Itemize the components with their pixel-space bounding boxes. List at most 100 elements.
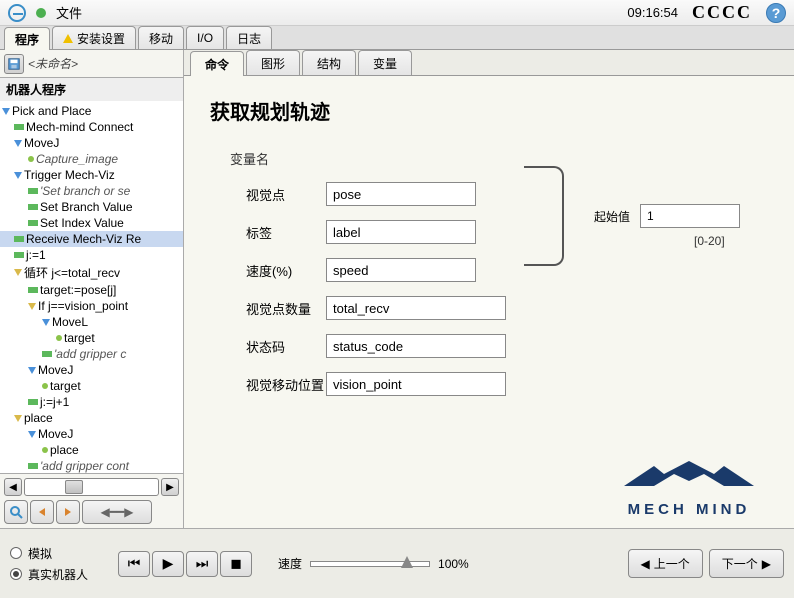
tri-icon (14, 140, 22, 147)
tree-node-label: If j==vision_point (38, 299, 128, 313)
tree-node-label: j:=1 (26, 248, 46, 262)
tree-node[interactable]: place (0, 410, 183, 426)
triy-icon (14, 269, 22, 276)
stop-button[interactable]: ◼ (220, 551, 252, 577)
input-speed[interactable] (326, 258, 476, 282)
input-count[interactable] (326, 296, 506, 320)
tree-node[interactable]: MoveJ (0, 362, 183, 378)
mech-mind-logo: MECH MIND (604, 456, 774, 518)
tab-program[interactable]: 程序 (4, 27, 50, 50)
dot-icon (42, 383, 48, 389)
next-button[interactable]: 下一个 ▶ (709, 549, 784, 578)
bar-icon (28, 188, 38, 194)
tree-node[interactable]: 'Set branch or se (0, 183, 183, 199)
input-start-value[interactable] (640, 204, 740, 228)
tri-icon (2, 108, 10, 115)
tab-move[interactable]: 移动 (138, 26, 184, 49)
dot-icon (56, 335, 62, 341)
input-tag[interactable] (326, 220, 476, 244)
tree-node-label: Set Index Value (40, 216, 124, 230)
tree-node-label: Set Branch Value (40, 200, 133, 214)
tree-node[interactable]: Set Index Value (0, 215, 183, 231)
tab-log[interactable]: 日志 (226, 26, 272, 49)
bar-icon (42, 351, 52, 357)
subtab-structure[interactable]: 结构 (302, 50, 356, 75)
status-text: CCCC (692, 2, 752, 23)
content-panel: 获取规划轨迹 变量名 视觉点 标签 速度(%) 视觉点数量 状态码 视觉移动位置… (184, 76, 794, 528)
bar-icon (14, 236, 24, 242)
left-panel: <未命名> 机器人程序 Pick and PlaceMech-mind Conn… (0, 50, 184, 528)
tree-node-label: place (50, 443, 79, 457)
program-tree[interactable]: Pick and PlaceMech-mind ConnectMoveJCapt… (0, 101, 183, 473)
tree-title: 机器人程序 (0, 78, 183, 101)
prev-button[interactable]: ◀ 上一个 (628, 549, 703, 578)
tree-node[interactable]: Receive Mech-Viz Re (0, 231, 183, 247)
radio-simulation[interactable]: 模拟 (10, 545, 88, 562)
footer: 模拟 真实机器人 ⏮ ▶ ⏭ ◼ 速度 100% ◀ 上一个 下一个 ▶ (0, 528, 794, 598)
search-button[interactable] (4, 500, 28, 524)
tree-node-label: Mech-mind Connect (26, 120, 133, 134)
tree-node-label: j:=j+1 (40, 395, 69, 409)
tree-node-label: target:=pose[j] (40, 283, 116, 297)
tri-icon (28, 367, 36, 374)
tree-node[interactable]: Trigger Mech-Viz (0, 167, 183, 183)
tree-node-label: MoveJ (24, 136, 59, 150)
tree-node[interactable]: If j==vision_point (0, 298, 183, 314)
subtab-variables[interactable]: 变量 (358, 50, 412, 75)
tree-node-label: MoveJ (38, 363, 73, 377)
dot-icon (28, 156, 34, 162)
bar-icon (28, 204, 38, 210)
scroll-right-button[interactable]: ▶ (161, 478, 179, 496)
subtab-command[interactable]: 命令 (190, 51, 244, 76)
subtab-graphics[interactable]: 图形 (246, 50, 300, 75)
tree-node[interactable]: target:=pose[j] (0, 282, 183, 298)
clock: 09:16:54 (627, 5, 678, 20)
radio-real-robot[interactable]: 真实机器人 (10, 566, 88, 583)
scroll-left-button[interactable]: ◀ (4, 478, 22, 496)
tree-node[interactable]: target (0, 330, 183, 346)
tree-node[interactable]: place (0, 442, 183, 458)
input-vision-point[interactable] (326, 182, 476, 206)
label-count: 视觉点数量 (246, 299, 326, 318)
step-slider[interactable]: ◀━━▶ (82, 500, 152, 524)
label-status: 状态码 (246, 337, 326, 356)
triy-icon (28, 303, 36, 310)
input-status[interactable] (326, 334, 506, 358)
help-icon[interactable]: ? (766, 3, 786, 23)
speed-value: 100% (438, 557, 469, 571)
ur-logo-icon (8, 4, 26, 22)
sub-tabs: 命令 图形 结构 变量 (184, 50, 794, 76)
tree-node[interactable]: 循环 j<=total_recv (0, 263, 183, 282)
tree-node[interactable]: Mech-mind Connect (0, 119, 183, 135)
triy-icon (14, 415, 22, 422)
rewind-button[interactable]: ⏮ (118, 551, 150, 577)
tree-node[interactable]: MoveJ (0, 135, 183, 151)
tree-node[interactable]: target (0, 378, 183, 394)
tree-node[interactable]: Set Branch Value (0, 199, 183, 215)
tab-installation[interactable]: 安装设置 (52, 26, 136, 49)
status-dot-icon (36, 8, 46, 18)
tree-node[interactable]: 'add gripper cont (0, 458, 183, 473)
tree-node[interactable]: Pick and Place (0, 103, 183, 119)
tree-node[interactable]: 'add gripper c (0, 346, 183, 362)
section-label: 变量名 (230, 149, 768, 168)
tri-icon (28, 431, 36, 438)
speed-slider[interactable] (310, 561, 430, 567)
undo-button[interactable] (30, 500, 54, 524)
tree-node[interactable]: MoveJ (0, 426, 183, 442)
main-tabs: 程序 安装设置 移动 I/O 日志 (0, 26, 794, 50)
tree-node[interactable]: j:=j+1 (0, 394, 183, 410)
forward-button[interactable]: ⏭ (186, 551, 218, 577)
file-menu[interactable]: 文件 (56, 3, 82, 22)
tab-io[interactable]: I/O (186, 26, 224, 49)
scrollbar-horizontal[interactable] (24, 478, 159, 496)
tree-node-label: target (64, 331, 95, 345)
tree-node[interactable]: j:=1 (0, 247, 183, 263)
play-button[interactable]: ▶ (152, 551, 184, 577)
save-button[interactable] (4, 54, 24, 74)
tree-node[interactable]: MoveL (0, 314, 183, 330)
input-move-pos[interactable] (326, 372, 506, 396)
tree-node-label: MoveL (52, 315, 88, 329)
tree-node[interactable]: Capture_image (0, 151, 183, 167)
redo-button[interactable] (56, 500, 80, 524)
